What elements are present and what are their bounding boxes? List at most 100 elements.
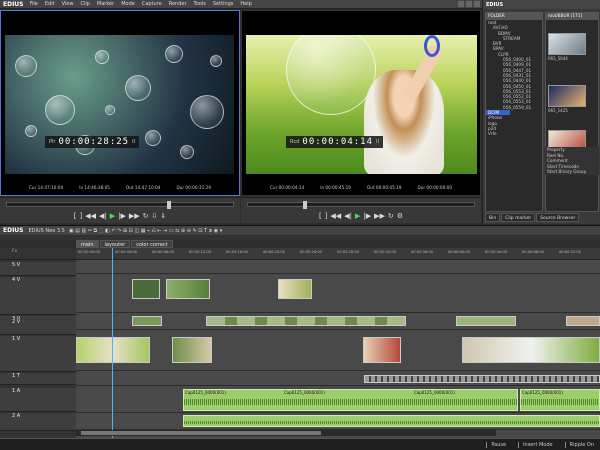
timeline-playhead[interactable] [112, 248, 113, 438]
timeline-tool-icons[interactable]: ▣ ▤ ▥ ✂ ⧉ ⬚ ◧ ↶ ↷ ⊞ ⊟ ◫ ▦ ⌁ ⎌ ⇤ ⇥ ▭ ⇆ ⊕ … [69, 228, 222, 234]
video-clip[interactable] [462, 337, 600, 363]
ruler-tick-label: 00:00:24:00 [300, 250, 322, 254]
maximize-icon[interactable] [466, 1, 472, 7]
app-logo: EDIUS [3, 0, 24, 8]
menu-edit[interactable]: Edit [45, 1, 55, 7]
render-icon[interactable]: ⚙ [397, 212, 403, 220]
timeline-scrollbar[interactable] [76, 430, 496, 436]
ruler-tick-label: 00:00:04:00 [115, 250, 137, 254]
menu-capture[interactable]: Capture [142, 1, 162, 7]
audio-clip[interactable]: Cap0125_0000(001) Cap0125_0000(001) Cap0… [183, 389, 518, 411]
video-clip[interactable] [278, 279, 312, 299]
video-clip[interactable] [76, 337, 150, 363]
lane-2v [76, 314, 600, 330]
clip-view[interactable]: root/BBUR [171] 065_5044 065_1425 C-11_8 [545, 12, 599, 212]
tab-clip-marker[interactable]: Clip marker [501, 213, 536, 222]
ruler-tick-label: 00:00:48:00 [522, 250, 544, 254]
pause-icon: II [132, 139, 136, 145]
video-clip[interactable] [166, 279, 210, 299]
title-clip[interactable] [364, 375, 600, 383]
clip-thumbnail[interactable] [548, 33, 586, 55]
player-video-frame [5, 35, 234, 174]
video-clip[interactable] [456, 316, 516, 326]
clip-thumbnail[interactable] [548, 85, 586, 107]
track-1v[interactable]: 1 V [0, 336, 76, 372]
tab-bin[interactable]: Bin [485, 213, 501, 222]
timeline-ruler[interactable]: 00:00:00:00 00:00:04:00 00:00:08:00 00:00:1… [76, 248, 600, 260]
timeline-toolbar: EDIUS EDIUS Neo 3.5 ▣ ▤ ▥ ✂ ⧉ ⬚ ◧ ↶ ↷ ⊞ … [0, 225, 600, 235]
menu-help[interactable]: Help [240, 1, 251, 7]
lane-1v [76, 331, 600, 371]
ruler-tick-label: 00:00:16:00 [226, 250, 248, 254]
step-back-icon[interactable]: ◀| [99, 212, 107, 220]
ruler-tick-label: 00:00:08:00 [152, 250, 174, 254]
step-forward-icon[interactable]: |▶ [118, 212, 126, 220]
set-out-icon[interactable]: ] [325, 212, 328, 220]
step-forward-icon[interactable]: |▶ [363, 212, 371, 220]
overwrite-icon[interactable]: ⇓ [160, 212, 166, 220]
insert-icon[interactable]: ⇩ [152, 212, 158, 220]
track-2a[interactable]: 2 A [0, 413, 76, 431]
track-4v[interactable]: 4 V [0, 277, 76, 315]
bin-window: EDIUS FOLDER root AVCHD BDMV STREAM BVR BPAV C… [482, 0, 600, 224]
track-2v[interactable]: 2 V [0, 319, 76, 335]
rewind-icon[interactable]: ◀◀ [85, 212, 96, 220]
folder-tree-item[interactable]: Vrfe [486, 131, 542, 136]
track-1t[interactable]: 1 T [0, 373, 76, 385]
player-seek-bar[interactable] [6, 201, 234, 209]
menu-mode[interactable]: Mode [121, 1, 135, 7]
video-clip[interactable] [132, 279, 160, 299]
ruler-tick-label: 00:00:32:00 [374, 250, 396, 254]
menu-view[interactable]: View [62, 1, 74, 7]
menu-marker[interactable]: Marker [97, 1, 114, 7]
tab-main[interactable]: main [76, 240, 99, 248]
track-1a[interactable]: 1 A [0, 388, 76, 412]
lane-5v [76, 260, 600, 274]
pause-icon: II [376, 139, 379, 145]
set-out-icon[interactable]: ] [79, 212, 82, 220]
loop-icon[interactable]: ↻ [143, 212, 149, 220]
rewind-icon[interactable]: ◀◀ [330, 212, 341, 220]
fast-forward-icon[interactable]: ▶▶ [129, 212, 140, 220]
menu-settings[interactable]: Settings [213, 1, 234, 7]
loop-icon[interactable]: ↻ [388, 212, 394, 220]
recorder-transport: [ ] ◀◀ ◀| ▶ |▶ ▶▶ ↻ ⚙ [241, 197, 481, 223]
track-headers: Fx 5 V 4 V 3 V 2 V 1 V 1 T 1 A 2 A [0, 248, 76, 438]
audio-clip[interactable] [183, 415, 600, 427]
fast-forward-icon[interactable]: ▶▶ [374, 212, 385, 220]
menu-render[interactable]: Render [169, 1, 187, 7]
video-clip[interactable] [206, 316, 406, 326]
set-in-icon[interactable]: [ [74, 212, 77, 220]
ruler-tick-label: 00:00:44:00 [485, 250, 507, 254]
tab-layouter[interactable]: layouter [99, 240, 131, 248]
menu-file[interactable]: File [30, 1, 38, 7]
video-clip[interactable] [172, 337, 212, 363]
video-clip[interactable] [363, 337, 401, 363]
recorder-seek-bar[interactable] [247, 201, 475, 209]
tab-source-browser[interactable]: Source Browser [536, 213, 580, 222]
video-clip[interactable] [132, 316, 162, 326]
lane-1t [76, 372, 600, 386]
play-icon[interactable]: ▶ [110, 212, 115, 220]
menu-tools[interactable]: Tools [194, 1, 206, 7]
timeline-tracks[interactable]: Cap0125_0000(001) Cap0125_0000(001) Cap0… [76, 260, 600, 438]
lane-4v [76, 275, 600, 313]
step-back-icon[interactable]: ◀| [344, 212, 352, 220]
ruler-tick-label: 00:00:52:00 [559, 250, 581, 254]
track-5v[interactable]: 5 V [0, 262, 76, 276]
ruler-tick-label: 00:00:40:00 [448, 250, 470, 254]
play-icon[interactable]: ▶ [355, 212, 360, 220]
clip-properties: Property Reel No. Comment Start Timecode… [545, 147, 599, 175]
tab-color-correct[interactable]: color correct [131, 240, 173, 248]
lane-1a: Cap0125_0000(001) Cap0125_0000(001) Cap0… [76, 387, 600, 413]
recorder-preview[interactable]: Rcd 00:00:04:14 II Cur 00:00:04:14 In 00… [241, 10, 481, 196]
close-icon[interactable] [474, 1, 480, 7]
audio-clip[interactable]: Cap0125_0000(001) [520, 389, 600, 411]
player-preview[interactable]: Plr 00:00:28:25 II Cur 14:47:10:04 In 14… [0, 10, 240, 196]
folder-tree[interactable]: FOLDER root AVCHD BDMV STREAM BVR BPAV CLPR 056… [485, 12, 543, 212]
minimize-icon[interactable] [458, 1, 464, 7]
set-in-icon[interactable]: [ [319, 212, 322, 220]
video-clip[interactable] [566, 316, 600, 326]
bin-title: EDIUS [486, 1, 504, 8]
menu-clip[interactable]: Clip [80, 1, 89, 7]
